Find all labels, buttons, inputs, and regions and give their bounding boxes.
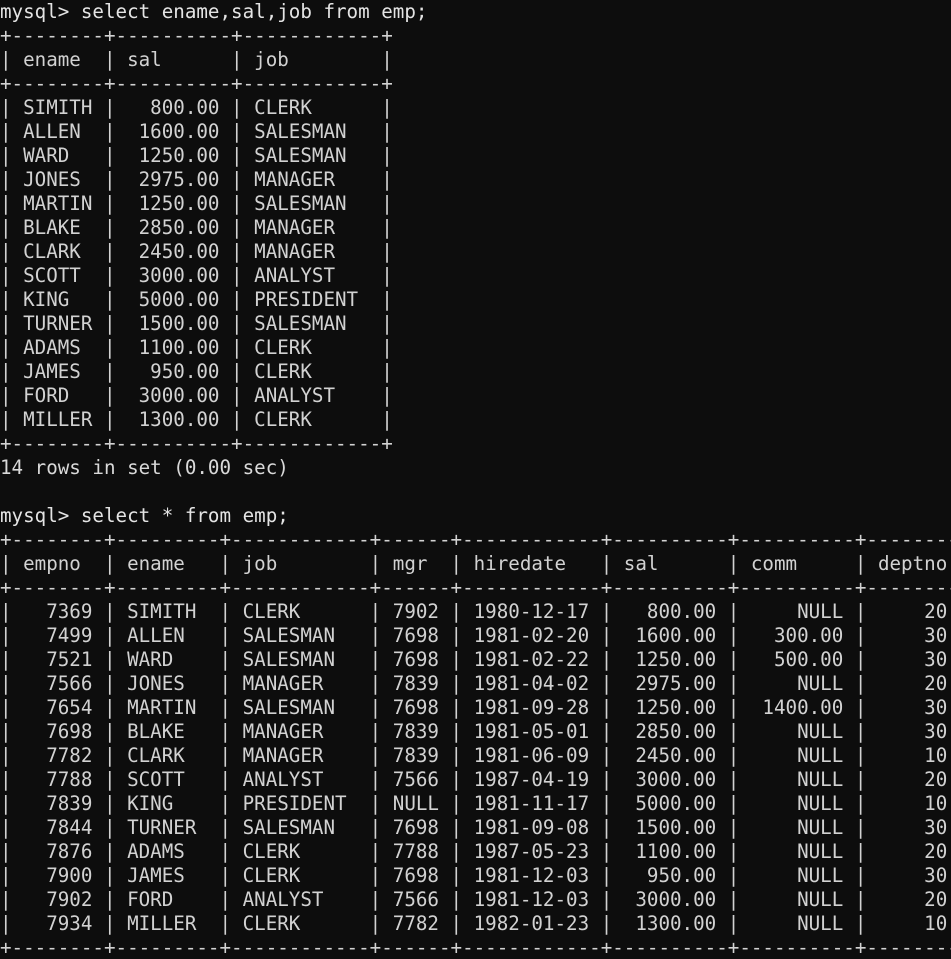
terminal-window[interactable]: mysql> select ename,sal,job from emp; +-… xyxy=(0,0,951,959)
blank-line-separator xyxy=(0,480,951,504)
first-query-command: mysql> select ename,sal,job from emp; xyxy=(0,0,428,23)
second-query-command: mysql> select * from emp; xyxy=(0,504,289,527)
second-query-result-table: +--------+---------+------------+------+… xyxy=(0,528,951,959)
first-query-result-table: +--------+----------+------------+ | ena… xyxy=(0,24,393,455)
first-query-status: 14 rows in set (0.00 sec) xyxy=(0,456,289,479)
